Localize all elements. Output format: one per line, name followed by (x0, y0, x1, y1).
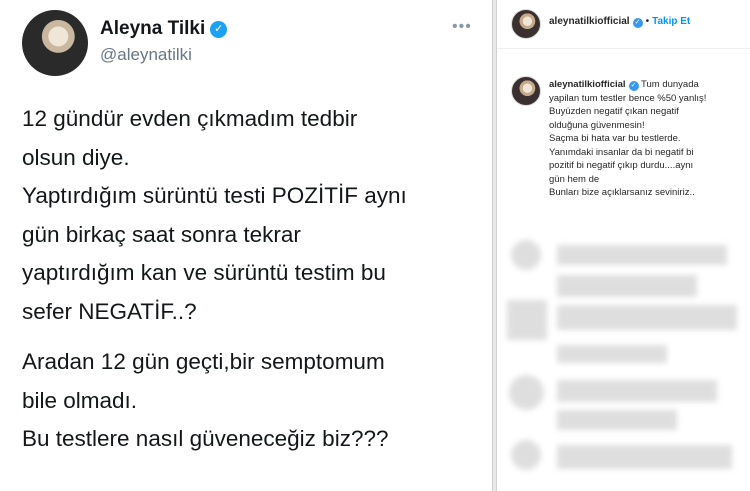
caption-line: gün hem de (549, 173, 600, 185)
caption-line: Yanımdaki insanlar da bi negatif bi (549, 146, 694, 158)
username-link[interactable]: aleynatilkiofficial (549, 16, 630, 27)
more-options-icon[interactable]: ••• (452, 18, 472, 36)
verified-badge-icon: ✓ (628, 81, 639, 91)
caption-line: Bunları bize açıklarsanız seviniriz.. (549, 187, 695, 198)
caption-line: yapilan tum testler bence %50 yanlış! (549, 92, 707, 104)
tweet-line: Bu testlere nasıl güveneceğiz biz??? (22, 426, 389, 451)
tweet-line: olsun diye. (22, 144, 130, 170)
post-caption: aleynatilkiofficial ✓ Tum dunyada yapilan… (549, 78, 745, 200)
tweet-line: gün birkaç saat sonra tekrar (22, 221, 301, 247)
caption-line: Saçma bi hata var bu testlerde. (549, 133, 681, 144)
caption-avatar[interactable] (511, 76, 541, 106)
caption-line: Tum dunyada (641, 79, 699, 90)
separator-dot: • (645, 16, 650, 27)
tweet-line: yaptırdığım kan ve sürüntü testim bu (22, 260, 386, 285)
post-header-user: aleynatilkiofficial ✓ • Takip Et (549, 16, 690, 28)
instagram-post: aleynatilkiofficial ✓ • Takip Et aleynatilk… (497, 0, 750, 491)
tweet-line: Yaptırdığım sürüntü testi POZİTİF aynı (22, 183, 407, 208)
caption-line: Buyüzden negatif çıkan negatif (549, 106, 679, 117)
tweet-line: 12 gündür evden çıkmadım tedbir (22, 106, 358, 131)
avatar[interactable] (511, 9, 541, 39)
tweet-paragraph-1: 12 gündür evden çıkmadım tedbir olsun di… (22, 100, 487, 331)
display-name[interactable]: Aleyna Tilki ✓ (100, 18, 228, 40)
verified-badge-icon: ✓ (210, 21, 228, 38)
tweet-card: Aleyna Tilki ✓ @aleynatilki ••• 12 gündür… (0, 0, 492, 491)
user-handle[interactable]: @aleynatilki (100, 45, 192, 65)
caption-username[interactable]: aleynatilkiofficial (549, 79, 626, 90)
caption-line: pozitif bi negatif çıkıp durdu....aynı (549, 160, 694, 171)
avatar[interactable] (22, 10, 88, 76)
post-header: aleynatilkiofficial ✓ • Takip Et (497, 0, 750, 49)
tweet-line: Aradan 12 gün geçti,bir semptomum (22, 349, 385, 374)
caption-line: olduğuna güvenmesin! (549, 119, 645, 131)
tweet-line: bile olmadı. (22, 387, 138, 413)
verified-badge-icon: ✓ (632, 18, 643, 28)
display-name-text[interactable]: Aleyna Tilki (100, 18, 205, 39)
tweet-text: 12 gündür evden çıkmadım tedbir olsun di… (22, 100, 487, 459)
tweet-paragraph-2: Aradan 12 gün geçti,bir semptomum bile o… (22, 343, 487, 459)
follow-button[interactable]: Takip Et (652, 16, 690, 27)
tweet-line: sefer NEGATİF..? (22, 298, 197, 324)
